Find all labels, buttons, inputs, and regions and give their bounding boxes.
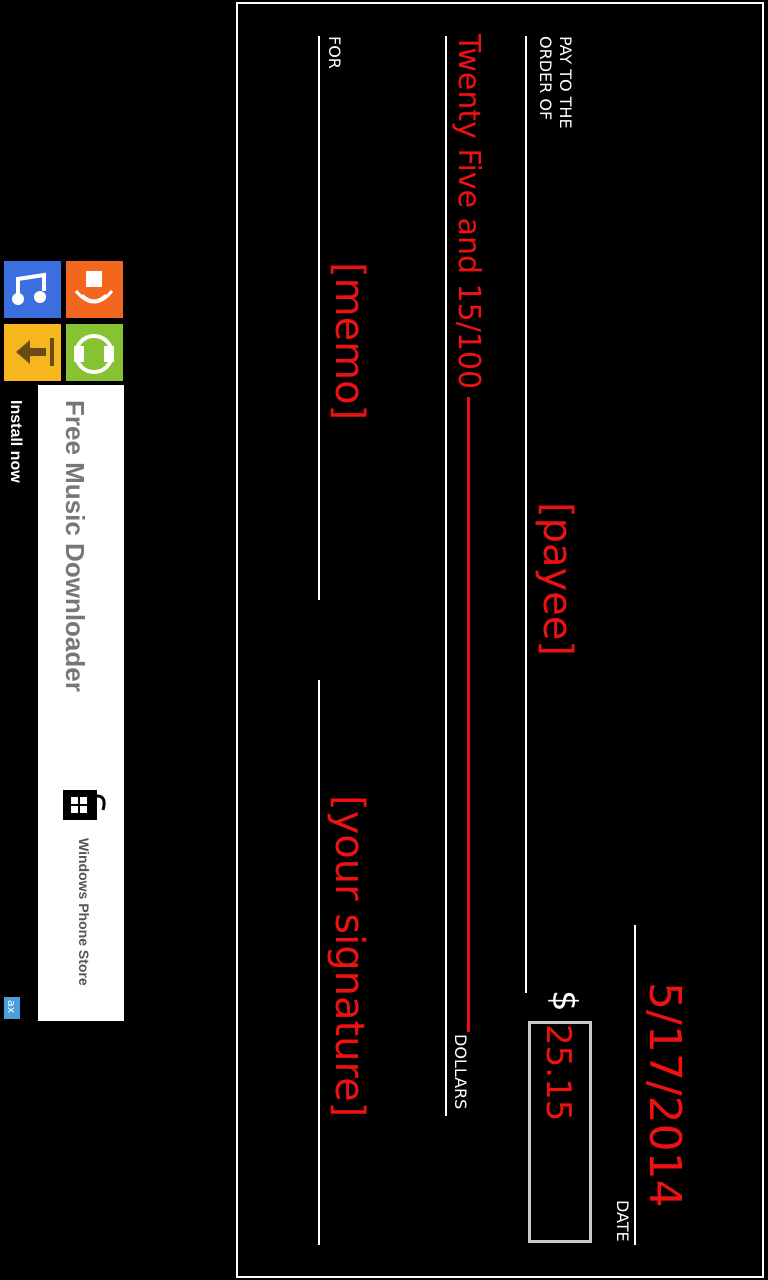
dollar-sign: $ <box>544 990 584 1012</box>
install-now-link[interactable]: Install now <box>6 400 24 483</box>
ad-choices-icon[interactable]: ax <box>4 997 20 1019</box>
tile-music[interactable] <box>4 261 61 318</box>
headphones-icon <box>74 334 114 374</box>
payee-field[interactable]: [payee] <box>534 502 580 656</box>
memo-field[interactable]: [memo] <box>326 262 372 420</box>
amount-words-fill-line <box>467 397 470 1032</box>
signature-line <box>318 680 320 1245</box>
tile-headphones[interactable] <box>66 324 123 381</box>
pay-to-label: PAY TO THE ORDER OF <box>535 36 575 129</box>
for-label: FOR <box>325 36 344 69</box>
words-line <box>445 36 447 1116</box>
dollars-label: DOLLARS <box>451 1034 470 1110</box>
signature-field[interactable]: [your signature] <box>326 795 372 1117</box>
pay-to-label-line2: ORDER OF <box>536 36 555 121</box>
tile-speaker[interactable] <box>66 261 123 318</box>
date-value[interactable]: 5/17/2014 <box>639 982 690 1208</box>
ad-mark: ax <box>5 1000 18 1014</box>
memo-line <box>318 36 320 600</box>
amount-words: Twenty Five and 15/100 <box>451 34 486 390</box>
speaker-icon <box>74 271 114 304</box>
payee-line <box>525 36 527 993</box>
ad-title[interactable]: Free Music Downloader <box>59 400 90 692</box>
amount-value[interactable]: 25.15 <box>538 1024 578 1121</box>
store-logo-icon <box>63 784 107 826</box>
music-note-icon <box>12 272 46 305</box>
date-label: DATE <box>613 1200 632 1242</box>
tile-download[interactable] <box>4 324 61 381</box>
date-line <box>634 925 636 1245</box>
pay-to-label-line1: PAY TO THE <box>556 36 575 129</box>
store-label: Windows Phone Store <box>76 838 92 986</box>
download-arrow-icon <box>16 338 54 366</box>
